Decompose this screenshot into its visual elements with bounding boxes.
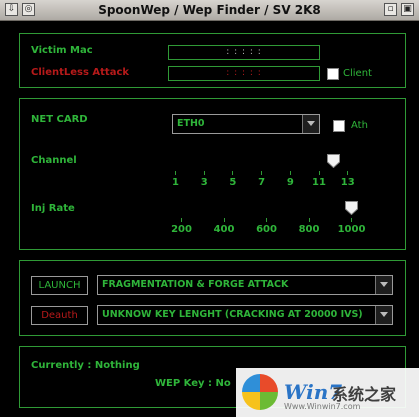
channel-tick-label: 5 <box>229 177 237 188</box>
window-title: SpoonWep / Wep Finder / SV 2K8 <box>98 3 321 17</box>
inj-rate-tick <box>223 218 225 222</box>
channel-tick-label: 9 <box>286 177 294 188</box>
channel-tick-label: 13 <box>340 177 355 188</box>
inj-rate-thumb[interactable] <box>345 201 358 215</box>
minimize-button[interactable]: ▫ <box>384 3 397 16</box>
settings-panel: NET CARD ETH0 Ath Channel 1 3 5 7 9 11 13 Inj … <box>19 98 406 250</box>
inj-rate-label: Inj Rate <box>31 203 75 214</box>
chevron-down-icon <box>375 276 392 294</box>
key-length-selected-value: UNKNOW KEY LENGHT (CRACKING AT 20000 IVS… <box>102 309 363 320</box>
channel-tick-label: 3 <box>200 177 208 188</box>
close-icon: ▣ <box>403 4 412 14</box>
watermark: Win7 系统之家 Www.Winwin7.com <box>236 368 419 417</box>
victim-panel: Victim Mac : : : : : ClientLess Attack :… <box>19 33 406 88</box>
close-button[interactable]: ▣ <box>401 3 414 16</box>
victim-mac-label: Victim Mac <box>31 45 93 56</box>
clientless-mac-field[interactable]: : : : : : <box>168 66 320 81</box>
channel-tick <box>232 171 234 175</box>
watermark-url: Www.Winwin7.com <box>284 402 361 411</box>
chevron-down-icon <box>375 306 392 324</box>
windows-logo-icon <box>242 374 278 410</box>
channel-label: Channel <box>31 155 77 166</box>
channel-thumb[interactable] <box>326 154 340 168</box>
attack-type-selected-value: FRAGMENTATION & FORGE ATTACK <box>102 279 289 290</box>
channel-tick <box>347 171 349 175</box>
attack-panel: LAUNCH FRAGMENTATION & FORGE ATTACK Deau… <box>19 260 406 336</box>
channel-tick <box>261 171 263 175</box>
inj-rate-tick <box>351 218 352 222</box>
deauth-button[interactable]: Deauth <box>31 306 88 325</box>
inj-rate-tick-label: 800 <box>298 224 320 235</box>
chevron-down-icon <box>302 115 319 133</box>
channel-tick-label: 1 <box>172 177 179 188</box>
channel-slider[interactable]: 1 3 5 7 9 11 13 <box>168 154 368 194</box>
ath-label: Ath <box>351 120 368 131</box>
inj-rate-tick <box>181 218 182 222</box>
inj-rate-tick <box>266 218 267 222</box>
client-label: Client <box>343 68 372 79</box>
minimize-icon: ▫ <box>387 4 394 14</box>
wep-key-text: WEP Key : No <box>155 378 231 389</box>
net-card-select[interactable]: ETH0 <box>172 114 320 134</box>
channel-tick-label: 11 <box>312 177 326 188</box>
inj-rate-slider[interactable]: 200 400 600 800 1000 <box>168 201 368 241</box>
key-length-select[interactable]: UNKNOW KEY LENGHT (CRACKING AT 20000 IVS… <box>97 305 393 325</box>
net-card-label: NET CARD <box>31 114 88 125</box>
inj-rate-tick-label: 200 <box>171 224 192 235</box>
attack-type-select[interactable]: FRAGMENTATION & FORGE ATTACK <box>97 275 393 295</box>
channel-tick <box>318 171 320 175</box>
channel-tick <box>203 171 205 175</box>
inj-rate-tick <box>308 218 310 222</box>
launch-button[interactable]: LAUNCH <box>31 276 88 295</box>
channel-tick <box>175 171 176 175</box>
channel-tick <box>289 171 291 175</box>
inj-rate-tick-label: 400 <box>213 224 235 235</box>
client-checkbox[interactable] <box>327 68 339 80</box>
victim-mac-field[interactable]: : : : : : <box>168 45 320 60</box>
inj-rate-tick-label: 600 <box>256 224 277 235</box>
ath-checkbox[interactable] <box>333 120 345 132</box>
clientless-attack-label: ClientLess Attack <box>31 67 130 78</box>
inj-rate-tick-label: 1000 <box>337 224 366 235</box>
net-card-selected-value: ETH0 <box>177 118 205 129</box>
title-bar: ⇩ ◎ SpoonWep / Wep Finder / SV 2K8 ▫ ▣ <box>0 0 419 21</box>
channel-tick-label: 7 <box>258 177 266 188</box>
current-status-text: Currently : Nothing <box>31 360 140 371</box>
